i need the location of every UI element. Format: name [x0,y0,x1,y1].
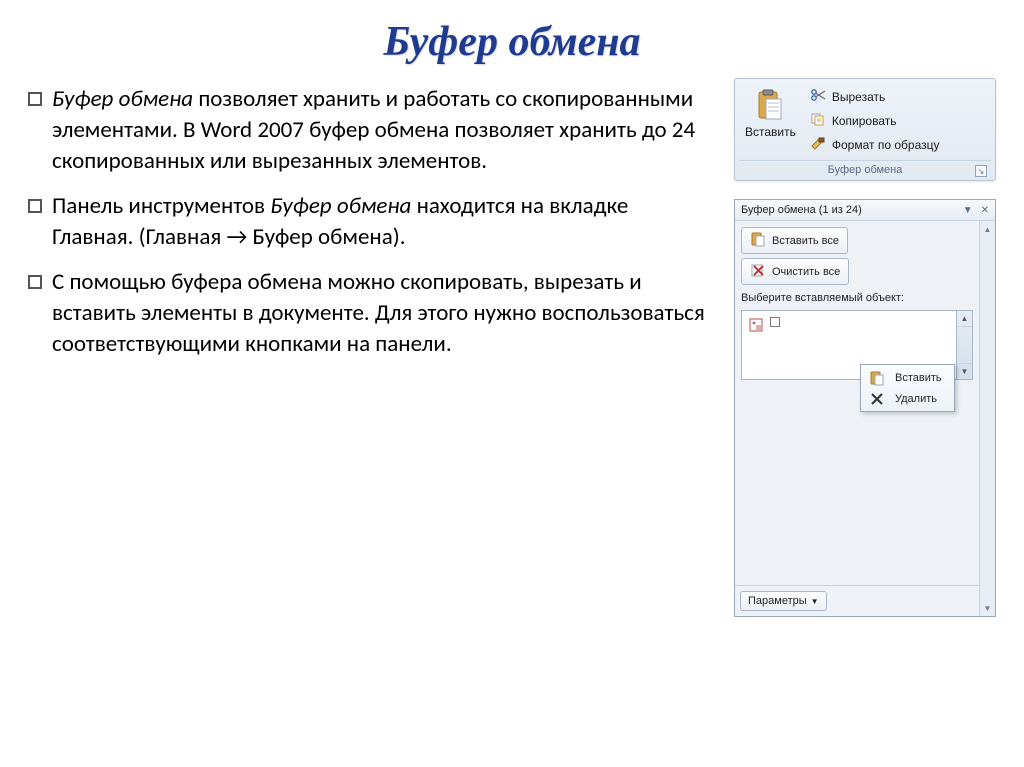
paste-all-icon [750,231,766,250]
format-painter-label: Формат по образцу [832,138,940,152]
context-paste-label: Вставить [895,372,942,384]
parameters-button[interactable]: Параметры ▼ [740,591,827,611]
clipboard-item-icon [748,317,764,333]
chevron-down-icon: ▼ [811,597,819,606]
select-object-label: Выберите вставляемый объект: [741,292,973,304]
copy-icon [810,112,826,129]
bullet-marker [28,92,42,106]
bullet-marker [28,275,42,289]
format-painter-button[interactable]: Формат по образцу [806,133,944,156]
slide-title: Буфер обмена [28,18,996,66]
dialog-launcher[interactable]: ↘ [975,165,987,177]
bullet-3: С помощью буфера обмена можно скопироват… [52,267,712,360]
context-paste-item[interactable]: Вставить [863,367,952,389]
paste-label: Вставить [745,125,796,139]
delete-icon [867,392,887,406]
context-paste-icon [867,370,887,386]
bullet-1: Буфер обмена позволяет хранить и работат… [52,84,712,177]
pane-close-icon[interactable]: ✕ [981,205,989,216]
brush-icon [810,136,826,153]
clipboard-item-thumb [770,317,780,327]
pane-scrollbar[interactable]: ▲ ▼ [979,221,995,616]
paste-all-button[interactable]: Вставить все [741,227,848,254]
pane-menu-icon[interactable]: ▼ [963,205,973,216]
cut-button[interactable]: Вырезать [806,85,944,108]
parameters-label: Параметры [748,595,807,607]
context-delete-item[interactable]: Удалить [863,389,952,409]
body-text: Буфер обмена позволяет хранить и работат… [28,78,712,617]
clear-all-button[interactable]: Очистить все [741,258,849,285]
clear-all-label: Очистить все [772,266,840,278]
cut-label: Вырезать [832,90,885,104]
list-scrollbar[interactable]: ▲ ▼ [957,310,973,380]
copy-label: Копировать [832,114,897,128]
bullet-marker [28,199,42,213]
context-menu: Вставить Удалить [860,364,955,412]
copy-button[interactable]: Копировать [806,109,944,132]
context-delete-label: Удалить [895,393,937,405]
paste-all-label: Вставить все [772,235,839,247]
clipboard-task-pane: Буфер обмена (1 из 24) ▼ ✕ [734,199,996,617]
paste-button[interactable]: Вставить [739,83,802,156]
clear-all-icon [750,262,766,281]
ribbon-group-title: Буфер обмена [828,164,903,176]
ribbon-clipboard-group: Вставить Вы [734,78,996,181]
bullet-2: Панель инструментов Буфер обмена находит… [52,191,712,253]
pane-title: Буфер обмена (1 из 24) [741,204,862,216]
paste-icon [754,87,786,125]
scissors-icon [810,88,826,105]
